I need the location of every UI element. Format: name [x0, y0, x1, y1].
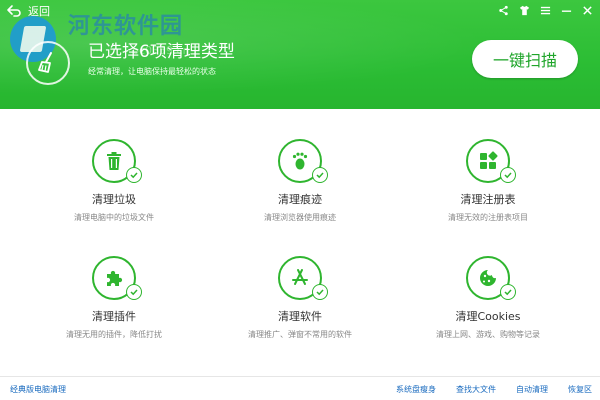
system-disk-slim-link[interactable]: 系统盘瘦身: [396, 384, 436, 395]
page-title: 已选择6项清理类型: [88, 42, 235, 62]
puzzle-icon: [107, 270, 123, 286]
clean-traces-option[interactable]: 清理痕迹 清理浏览器使用痕迹: [220, 139, 380, 239]
footprint-icon: [292, 152, 308, 170]
option-title: 清理插件: [92, 310, 136, 323]
classic-cleanup-link[interactable]: 经典版电脑清理: [10, 384, 66, 395]
footer-bar: 经典版电脑清理 系统盘瘦身 查找大文件 自动清理 恢复区: [0, 376, 600, 400]
shirt-icon[interactable]: [517, 3, 531, 17]
restore-area-link[interactable]: 恢复区: [568, 384, 592, 395]
page-subtitle: 经常清理，让电脑保持最轻松的状态: [88, 67, 216, 76]
checked-icon[interactable]: [312, 167, 328, 183]
option-title: 清理垃圾: [92, 193, 136, 206]
footer-links: 系统盘瘦身 查找大文件 自动清理 恢复区: [396, 384, 592, 395]
clean-registry-option[interactable]: 清理注册表 清理无效的注册表项目: [408, 139, 568, 239]
checked-icon[interactable]: [500, 284, 516, 300]
trash-icon: [107, 152, 121, 170]
checked-icon[interactable]: [500, 167, 516, 183]
find-large-files-link[interactable]: 查找大文件: [456, 384, 496, 395]
option-description: 清理无用的插件，降低打扰: [66, 330, 162, 339]
cookie-icon: [480, 270, 496, 286]
menu-icon[interactable]: [538, 3, 552, 17]
back-label: 返回: [28, 5, 50, 18]
broom-logo: [26, 41, 70, 85]
minimize-icon[interactable]: [559, 3, 573, 17]
checked-icon[interactable]: [126, 284, 142, 300]
share-icon[interactable]: [496, 3, 510, 17]
option-description: 清理电脑中的垃圾文件: [74, 213, 154, 222]
checked-icon[interactable]: [312, 284, 328, 300]
back-button[interactable]: 返回: [6, 2, 50, 20]
watermark-text: 河东软件园: [68, 14, 184, 39]
option-title: 清理痕迹: [278, 193, 322, 206]
app-store-icon: [292, 269, 308, 285]
option-description: 清理推广、弹窗不常用的软件: [248, 330, 352, 339]
option-title: 清理Cookies: [455, 310, 521, 323]
window-controls: [496, 3, 594, 17]
close-icon[interactable]: [580, 3, 594, 17]
option-description: 清理无效的注册表项目: [448, 213, 528, 222]
option-title: 清理软件: [278, 310, 322, 323]
clean-software-option[interactable]: 清理软件 清理推广、弹窗不常用的软件: [220, 256, 380, 356]
checked-icon[interactable]: [126, 167, 142, 183]
clean-plugins-option[interactable]: 清理插件 清理无用的插件，降低打扰: [34, 256, 194, 356]
option-description: 清理上网、游戏、购物等记录: [436, 330, 540, 339]
auto-clean-link[interactable]: 自动清理: [516, 384, 548, 395]
scan-button[interactable]: 一键扫描: [472, 40, 578, 78]
back-arrow-icon: [7, 5, 21, 17]
clean-cookies-option[interactable]: 清理Cookies 清理上网、游戏、购物等记录: [408, 256, 568, 356]
header-banner: 返回 河东软件园 pc0359.cn 已选择6项清理类型 经常清理，让电脑保持最…: [0, 0, 600, 109]
broom-icon: [38, 52, 52, 73]
option-description: 清理浏览器使用痕迹: [264, 213, 336, 222]
option-title: 清理注册表: [460, 193, 516, 206]
clean-junk-option[interactable]: 清理垃圾 清理电脑中的垃圾文件: [34, 139, 194, 239]
registry-blocks-icon: [480, 151, 498, 169]
